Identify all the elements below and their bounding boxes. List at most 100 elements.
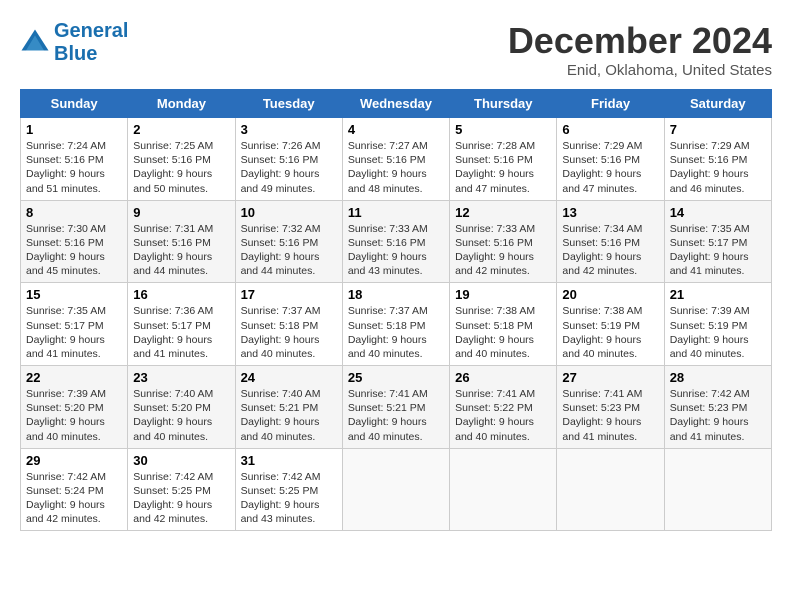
day-info: Sunrise: 7:26 AM Sunset: 5:16 PM Dayligh… <box>241 139 337 196</box>
location: Enid, Oklahoma, United States <box>508 62 772 79</box>
calendar-week-3: 15 Sunrise: 7:35 AM Sunset: 5:17 PM Dayl… <box>21 283 772 366</box>
day-number: 23 <box>133 370 229 385</box>
day-number: 31 <box>241 453 337 468</box>
day-info: Sunrise: 7:35 AM Sunset: 5:17 PM Dayligh… <box>670 222 766 279</box>
day-info: Sunrise: 7:33 AM Sunset: 5:16 PM Dayligh… <box>348 222 444 279</box>
calendar-cell <box>450 448 557 531</box>
page-header: General Blue December 2024 Enid, Oklahom… <box>20 20 772 79</box>
title-block: December 2024 Enid, Oklahoma, United Sta… <box>508 20 772 79</box>
calendar-cell: 22 Sunrise: 7:39 AM Sunset: 5:20 PM Dayl… <box>21 366 128 449</box>
day-number: 29 <box>26 453 122 468</box>
day-info: Sunrise: 7:41 AM Sunset: 5:21 PM Dayligh… <box>348 387 444 444</box>
calendar-cell: 31 Sunrise: 7:42 AM Sunset: 5:25 PM Dayl… <box>235 448 342 531</box>
day-number: 2 <box>133 122 229 137</box>
calendar-cell: 4 Sunrise: 7:27 AM Sunset: 5:16 PM Dayli… <box>342 118 449 201</box>
calendar-cell: 3 Sunrise: 7:26 AM Sunset: 5:16 PM Dayli… <box>235 118 342 201</box>
day-info: Sunrise: 7:27 AM Sunset: 5:16 PM Dayligh… <box>348 139 444 196</box>
day-number: 5 <box>455 122 551 137</box>
calendar-cell: 9 Sunrise: 7:31 AM Sunset: 5:16 PM Dayli… <box>128 200 235 283</box>
day-number: 12 <box>455 205 551 220</box>
calendar-cell: 17 Sunrise: 7:37 AM Sunset: 5:18 PM Dayl… <box>235 283 342 366</box>
day-number: 26 <box>455 370 551 385</box>
calendar-cell <box>557 448 664 531</box>
day-number: 1 <box>26 122 122 137</box>
calendar-cell: 1 Sunrise: 7:24 AM Sunset: 5:16 PM Dayli… <box>21 118 128 201</box>
day-info: Sunrise: 7:38 AM Sunset: 5:19 PM Dayligh… <box>562 304 658 361</box>
day-info: Sunrise: 7:42 AM Sunset: 5:25 PM Dayligh… <box>241 470 337 527</box>
day-number: 21 <box>670 287 766 302</box>
calendar-cell: 16 Sunrise: 7:36 AM Sunset: 5:17 PM Dayl… <box>128 283 235 366</box>
day-number: 13 <box>562 205 658 220</box>
day-info: Sunrise: 7:34 AM Sunset: 5:16 PM Dayligh… <box>562 222 658 279</box>
day-number: 7 <box>670 122 766 137</box>
calendar-cell: 29 Sunrise: 7:42 AM Sunset: 5:24 PM Dayl… <box>21 448 128 531</box>
calendar-cell: 21 Sunrise: 7:39 AM Sunset: 5:19 PM Dayl… <box>664 283 771 366</box>
calendar-week-1: 1 Sunrise: 7:24 AM Sunset: 5:16 PM Dayli… <box>21 118 772 201</box>
calendar-week-4: 22 Sunrise: 7:39 AM Sunset: 5:20 PM Dayl… <box>21 366 772 449</box>
day-info: Sunrise: 7:41 AM Sunset: 5:23 PM Dayligh… <box>562 387 658 444</box>
day-info: Sunrise: 7:37 AM Sunset: 5:18 PM Dayligh… <box>241 304 337 361</box>
day-number: 20 <box>562 287 658 302</box>
weekday-header-thursday: Thursday <box>450 90 557 118</box>
day-info: Sunrise: 7:28 AM Sunset: 5:16 PM Dayligh… <box>455 139 551 196</box>
day-number: 10 <box>241 205 337 220</box>
calendar-cell: 5 Sunrise: 7:28 AM Sunset: 5:16 PM Dayli… <box>450 118 557 201</box>
day-number: 6 <box>562 122 658 137</box>
calendar-week-2: 8 Sunrise: 7:30 AM Sunset: 5:16 PM Dayli… <box>21 200 772 283</box>
day-info: Sunrise: 7:38 AM Sunset: 5:18 PM Dayligh… <box>455 304 551 361</box>
day-number: 19 <box>455 287 551 302</box>
day-info: Sunrise: 7:37 AM Sunset: 5:18 PM Dayligh… <box>348 304 444 361</box>
day-number: 27 <box>562 370 658 385</box>
day-info: Sunrise: 7:24 AM Sunset: 5:16 PM Dayligh… <box>26 139 122 196</box>
day-info: Sunrise: 7:42 AM Sunset: 5:24 PM Dayligh… <box>26 470 122 527</box>
calendar-cell: 11 Sunrise: 7:33 AM Sunset: 5:16 PM Dayl… <box>342 200 449 283</box>
weekday-header-saturday: Saturday <box>664 90 771 118</box>
calendar-body: 1 Sunrise: 7:24 AM Sunset: 5:16 PM Dayli… <box>21 118 772 531</box>
day-info: Sunrise: 7:30 AM Sunset: 5:16 PM Dayligh… <box>26 222 122 279</box>
weekday-header-monday: Monday <box>128 90 235 118</box>
calendar-cell <box>664 448 771 531</box>
weekday-header-tuesday: Tuesday <box>235 90 342 118</box>
day-number: 22 <box>26 370 122 385</box>
calendar-cell: 6 Sunrise: 7:29 AM Sunset: 5:16 PM Dayli… <box>557 118 664 201</box>
calendar-table: SundayMondayTuesdayWednesdayThursdayFrid… <box>20 89 772 531</box>
day-number: 17 <box>241 287 337 302</box>
day-info: Sunrise: 7:42 AM Sunset: 5:23 PM Dayligh… <box>670 387 766 444</box>
day-info: Sunrise: 7:31 AM Sunset: 5:16 PM Dayligh… <box>133 222 229 279</box>
calendar-cell: 14 Sunrise: 7:35 AM Sunset: 5:17 PM Dayl… <box>664 200 771 283</box>
calendar-cell: 15 Sunrise: 7:35 AM Sunset: 5:17 PM Dayl… <box>21 283 128 366</box>
day-number: 8 <box>26 205 122 220</box>
day-info: Sunrise: 7:42 AM Sunset: 5:25 PM Dayligh… <box>133 470 229 527</box>
calendar-cell: 7 Sunrise: 7:29 AM Sunset: 5:16 PM Dayli… <box>664 118 771 201</box>
logo-icon <box>20 28 50 58</box>
day-number: 18 <box>348 287 444 302</box>
day-info: Sunrise: 7:29 AM Sunset: 5:16 PM Dayligh… <box>670 139 766 196</box>
logo-text: General Blue <box>54 20 128 66</box>
day-number: 4 <box>348 122 444 137</box>
calendar-cell: 19 Sunrise: 7:38 AM Sunset: 5:18 PM Dayl… <box>450 283 557 366</box>
calendar-cell: 20 Sunrise: 7:38 AM Sunset: 5:19 PM Dayl… <box>557 283 664 366</box>
calendar-cell <box>342 448 449 531</box>
calendar-cell: 28 Sunrise: 7:42 AM Sunset: 5:23 PM Dayl… <box>664 366 771 449</box>
day-info: Sunrise: 7:29 AM Sunset: 5:16 PM Dayligh… <box>562 139 658 196</box>
calendar-header: SundayMondayTuesdayWednesdayThursdayFrid… <box>21 90 772 118</box>
day-info: Sunrise: 7:35 AM Sunset: 5:17 PM Dayligh… <box>26 304 122 361</box>
calendar-cell: 26 Sunrise: 7:41 AM Sunset: 5:22 PM Dayl… <box>450 366 557 449</box>
logo: General Blue <box>20 20 128 66</box>
day-number: 11 <box>348 205 444 220</box>
weekday-header-friday: Friday <box>557 90 664 118</box>
calendar-week-5: 29 Sunrise: 7:42 AM Sunset: 5:24 PM Dayl… <box>21 448 772 531</box>
calendar-cell: 24 Sunrise: 7:40 AM Sunset: 5:21 PM Dayl… <box>235 366 342 449</box>
day-info: Sunrise: 7:41 AM Sunset: 5:22 PM Dayligh… <box>455 387 551 444</box>
day-number: 14 <box>670 205 766 220</box>
calendar-cell: 13 Sunrise: 7:34 AM Sunset: 5:16 PM Dayl… <box>557 200 664 283</box>
day-number: 24 <box>241 370 337 385</box>
day-info: Sunrise: 7:32 AM Sunset: 5:16 PM Dayligh… <box>241 222 337 279</box>
calendar-cell: 12 Sunrise: 7:33 AM Sunset: 5:16 PM Dayl… <box>450 200 557 283</box>
weekday-header-wednesday: Wednesday <box>342 90 449 118</box>
calendar-cell: 10 Sunrise: 7:32 AM Sunset: 5:16 PM Dayl… <box>235 200 342 283</box>
calendar-cell: 30 Sunrise: 7:42 AM Sunset: 5:25 PM Dayl… <box>128 448 235 531</box>
day-number: 9 <box>133 205 229 220</box>
day-info: Sunrise: 7:39 AM Sunset: 5:19 PM Dayligh… <box>670 304 766 361</box>
day-info: Sunrise: 7:33 AM Sunset: 5:16 PM Dayligh… <box>455 222 551 279</box>
